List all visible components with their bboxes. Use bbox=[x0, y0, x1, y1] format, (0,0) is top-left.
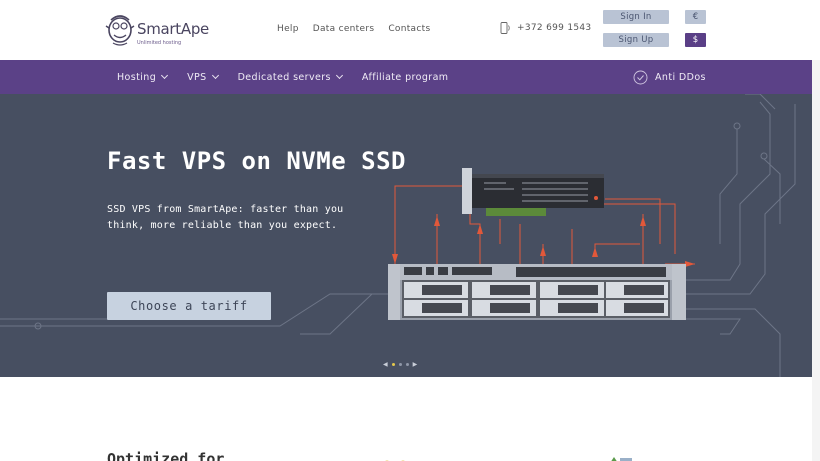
phone-number: +372 699 1543 bbox=[517, 23, 592, 33]
nav-item-label: Hosting bbox=[117, 71, 157, 83]
feature-icon bbox=[611, 457, 632, 461]
sign-in-button[interactable]: Sign In bbox=[603, 10, 669, 24]
phone-icon bbox=[500, 22, 510, 34]
ape-logo-icon bbox=[105, 15, 135, 46]
feature-icon bbox=[385, 460, 405, 461]
nav-item-label: Dedicated servers bbox=[237, 71, 331, 83]
help-link[interactable]: Help bbox=[277, 24, 299, 34]
shield-icon bbox=[633, 70, 648, 84]
section-title: Optimized for bbox=[107, 450, 225, 461]
data-centers-link[interactable]: Data centers bbox=[313, 24, 375, 34]
nav-item-vps[interactable]: VPS bbox=[187, 71, 219, 83]
slider-dot[interactable] bbox=[391, 363, 395, 366]
sign-up-button[interactable]: Sign Up bbox=[603, 33, 669, 47]
server-illustration bbox=[0, 94, 796, 377]
page-scrollbar[interactable] bbox=[812, 60, 820, 461]
chevron-down-icon bbox=[335, 71, 343, 80]
hero-banner: Fast VPS on NVMe SSD SSD VPS from SmartA… bbox=[0, 94, 812, 377]
nav-item-anti-ddos[interactable]: Anti DDos bbox=[633, 60, 706, 94]
logo[interactable]: SmartApe Unlimited hosting bbox=[105, 8, 215, 52]
slider-dot[interactable] bbox=[398, 363, 402, 366]
top-links: Help Data centers Contacts bbox=[277, 24, 430, 34]
slider-controls: ◀ ▶ bbox=[383, 361, 417, 368]
nav-item-hosting[interactable]: Hosting bbox=[117, 71, 169, 83]
main-nav: Hosting VPS Dedicated servers Affiliate … bbox=[0, 60, 812, 94]
currency-eur-button[interactable]: € bbox=[685, 10, 706, 24]
choose-tariff-button[interactable]: Choose a tariff bbox=[107, 292, 271, 320]
anti-ddos-label: Anti DDos bbox=[655, 71, 706, 83]
slider-prev-icon[interactable]: ◀ bbox=[383, 361, 388, 368]
contacts-link[interactable]: Contacts bbox=[388, 24, 430, 34]
nav-items: Hosting VPS Dedicated servers Affiliate … bbox=[117, 60, 468, 94]
nav-item-dedicated-servers[interactable]: Dedicated servers bbox=[237, 71, 343, 83]
logo-name: SmartApe bbox=[137, 20, 209, 38]
slider-next-icon[interactable]: ▶ bbox=[413, 361, 418, 368]
hero-title: Fast VPS on NVMe SSD bbox=[107, 147, 406, 175]
currency-usd-button[interactable]: $ bbox=[685, 33, 706, 47]
page: SmartApe Unlimited hosting Help Data cen… bbox=[0, 0, 820, 461]
nav-item-label: VPS bbox=[187, 71, 207, 83]
chevron-down-icon bbox=[211, 71, 219, 80]
top-header: SmartApe Unlimited hosting Help Data cen… bbox=[0, 0, 820, 60]
hero-subtitle: SSD VPS from SmartApe: faster than you t… bbox=[107, 204, 344, 231]
chevron-down-icon bbox=[161, 71, 169, 80]
slider-dot[interactable] bbox=[405, 363, 409, 366]
nav-item-affiliate-program[interactable]: Affiliate program bbox=[362, 72, 449, 83]
nav-item-label: Affiliate program bbox=[361, 71, 449, 83]
phone-contact[interactable]: +372 699 1543 bbox=[500, 22, 591, 34]
logo-tagline: Unlimited hosting bbox=[137, 40, 182, 46]
